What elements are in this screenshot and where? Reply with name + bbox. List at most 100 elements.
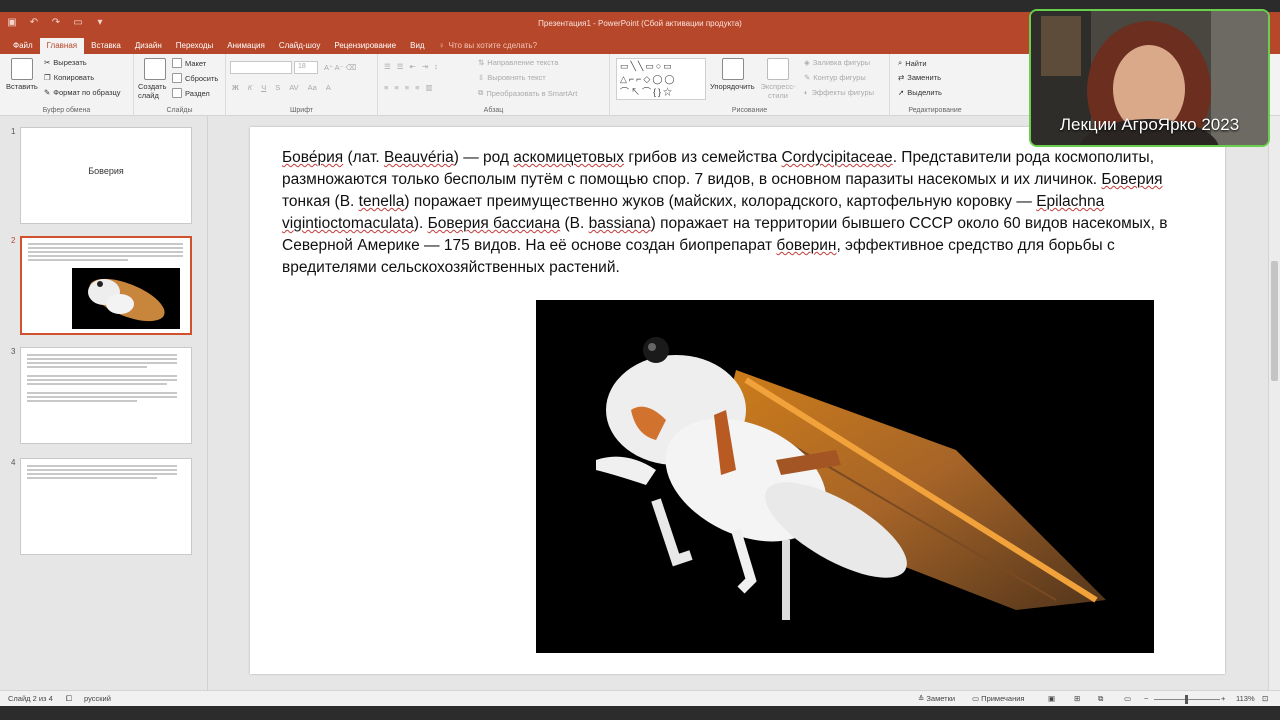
columns-icon[interactable]: ▥ (426, 83, 433, 92)
zoom-in-icon[interactable]: + (1221, 694, 1225, 703)
vertical-scrollbar[interactable] (1268, 116, 1280, 690)
tab-view[interactable]: Вид (403, 38, 431, 54)
format-painter-button[interactable]: ✎ Формат по образцу (44, 88, 121, 97)
bold-icon[interactable]: Ж (232, 83, 239, 92)
cut-button[interactable]: ✂ Вырезать (44, 58, 87, 67)
fit-slide-icon[interactable]: ⊡ (1262, 694, 1268, 703)
thumbnail-slide[interactable]: Боверия (20, 127, 192, 224)
text-run: (лат. (343, 149, 384, 166)
align-buttons[interactable]: ≡ ≡ ≡ ≡ ▥ (384, 83, 433, 92)
tab-design[interactable]: Дизайн (128, 38, 169, 54)
current-slide[interactable]: Бове́рия (лат. Beauvéria) — род аскомице… (250, 127, 1225, 674)
align-right-icon[interactable]: ≡ (405, 83, 409, 92)
section-button[interactable]: Раздел (172, 88, 210, 98)
slide-image-insect[interactable] (536, 300, 1154, 653)
shapes-gallery[interactable]: ▭╲╲▭○▭ △⌐⌐◇◯◯ ⌒↖⌒{}☆ (616, 58, 706, 100)
font-size-box[interactable]: 18 (294, 61, 318, 74)
language-indicator[interactable]: русский (84, 694, 111, 703)
zoom-out-icon[interactable]: − (1144, 694, 1148, 703)
slideshow-view-icon[interactable]: ▭ (1124, 694, 1131, 703)
font-size-buttons[interactable]: A⁺ A⁻ ⌫ (324, 63, 356, 72)
quick-styles-button[interactable]: Экспресс-стили (760, 82, 796, 100)
screen-bottom-strip (0, 706, 1280, 720)
zoom-level[interactable]: 113% (1236, 694, 1255, 703)
cut-label: Вырезать (53, 58, 87, 67)
slide-body-text[interactable]: Бове́рия (лат. Beauvéria) — род аскомице… (282, 147, 1197, 279)
text-run: ) — род (453, 149, 514, 166)
tell-me-box[interactable]: ♀ Что вы хотите сделать? (432, 38, 544, 54)
thumbnail-number: 4 (11, 458, 16, 467)
list-buttons[interactable]: ☰ ☰ ⇤ ⇥ ↕ (384, 62, 438, 71)
arrange-button[interactable]: Упорядочить (710, 82, 755, 91)
tab-home[interactable]: Главная (39, 38, 85, 54)
italic-icon[interactable]: К (248, 83, 252, 92)
shape-fill-button[interactable]: ◈ Заливка фигуры (804, 58, 870, 67)
case-icon[interactable]: Aa (308, 83, 317, 92)
thumbnail-text-line (27, 354, 177, 356)
justify-icon[interactable]: ≡ (415, 83, 419, 92)
tab-insert[interactable]: Вставка (84, 38, 128, 54)
thumbnail-text-line (28, 243, 183, 245)
section-label: Раздел (185, 88, 210, 98)
spellcheck-icon[interactable]: ⧠ (66, 694, 72, 704)
line-spacing-icon[interactable]: ↕ (434, 62, 438, 71)
layout-icon (172, 58, 182, 68)
normal-view-icon[interactable]: ▣ (1048, 694, 1055, 703)
text-run: грибов из семейства (624, 149, 782, 166)
paste-icon[interactable] (11, 58, 33, 80)
shape-outline-button[interactable]: ✎ Контур фигуры (804, 73, 866, 82)
thumbnail-text-line (28, 255, 183, 257)
align-text-button[interactable]: ⇳ Выровнять текст (478, 73, 546, 82)
strike-icon[interactable]: S (275, 83, 280, 92)
reading-view-icon[interactable]: ⧉ (1098, 694, 1103, 704)
find-button[interactable]: ⌕ Найти (898, 58, 927, 68)
tab-file[interactable]: Файл (6, 38, 40, 54)
scrollbar-thumb[interactable] (1271, 261, 1278, 381)
cursor-icon: ➚ (898, 88, 905, 97)
tab-review[interactable]: Рецензирование (327, 38, 403, 54)
new-slide-icon[interactable] (144, 58, 166, 80)
bullets-icon[interactable]: ☰ (384, 62, 391, 71)
font-family-box[interactable] (230, 61, 292, 74)
underline-icon[interactable]: Ч (261, 83, 266, 92)
font-style-buttons[interactable]: Ж К Ч S AV Aa A (232, 83, 331, 92)
zoom-slider-thumb[interactable] (1185, 695, 1188, 704)
outdent-icon[interactable]: ⇥ (422, 62, 428, 71)
arrange-icon[interactable] (722, 58, 744, 80)
numbering-icon[interactable]: ☰ (397, 62, 404, 71)
copy-button[interactable]: ❐ Копировать (44, 73, 94, 82)
indent-icon[interactable]: ⇤ (409, 62, 415, 71)
thumbnail-text-line (28, 259, 128, 261)
thumbnail-text-line (27, 358, 177, 360)
select-button[interactable]: ➚ Выделить (898, 88, 942, 97)
replace-button[interactable]: ⇄ Заменить (898, 73, 941, 82)
smartart-button[interactable]: ⧉ Преобразовать в SmartArt (478, 88, 577, 98)
slide-sorter-icon[interactable]: ⊞ (1074, 694, 1080, 703)
text-direction-button[interactable]: ⇅ Направление текста (478, 58, 558, 67)
notes-button[interactable]: ≙ Заметки (918, 694, 955, 703)
reset-button[interactable]: Сбросить (172, 73, 218, 83)
quick-styles-icon[interactable] (767, 58, 789, 80)
tab-animations[interactable]: Анимация (220, 38, 272, 54)
spacing-icon[interactable]: AV (289, 83, 298, 92)
slide-thumbnail-panel[interactable]: 1 Боверия 2 3 4 (0, 116, 208, 690)
font-color-icon[interactable]: A (326, 83, 331, 92)
paste-button[interactable]: Вставить (6, 82, 38, 91)
thumbnail-slide[interactable] (20, 458, 192, 555)
new-slide-button[interactable]: Создать слайд (138, 82, 172, 100)
tab-transitions[interactable]: Переходы (169, 38, 221, 54)
thumbnail-title: Боверия (88, 166, 124, 176)
thumbnail-text-line (27, 375, 177, 377)
thumbnail-slide[interactable] (20, 347, 192, 444)
marked-term: Боверия (1101, 171, 1163, 188)
align-left-icon[interactable]: ≡ (384, 83, 388, 92)
align-center-icon[interactable]: ≡ (394, 83, 398, 92)
shape-effects-button[interactable]: ◐ Эффекты фигуры (804, 88, 874, 97)
thumbnail-slide-selected[interactable] (20, 236, 192, 335)
layout-button[interactable]: Макет (172, 58, 206, 68)
search-icon: ⌕ (898, 58, 903, 67)
slide-editing-area[interactable]: Бове́рия (лат. Beauvéria) — род аскомице… (209, 116, 1268, 690)
marked-term: Боверия бассиана (427, 215, 561, 232)
tab-slideshow[interactable]: Слайд-шоу (272, 38, 327, 54)
comments-button[interactable]: ▭ Примечания (972, 694, 1024, 703)
